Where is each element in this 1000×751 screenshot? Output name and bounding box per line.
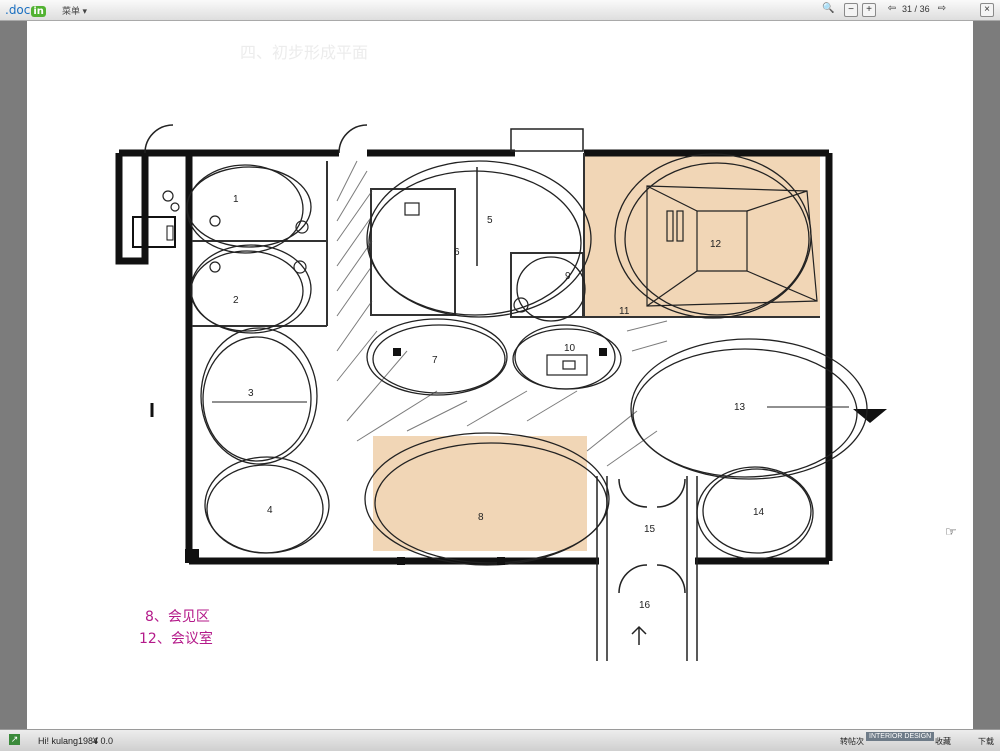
username[interactable]: Hi! kulang1984 bbox=[38, 736, 98, 746]
next-page-icon[interactable]: ⇨ bbox=[936, 3, 948, 15]
room-label-8: 8 bbox=[478, 512, 484, 523]
repost-label[interactable]: 转帖次 bbox=[840, 736, 864, 747]
favorite-label[interactable]: 收藏 bbox=[935, 736, 951, 747]
close-button[interactable]: × bbox=[980, 3, 994, 17]
download-label[interactable]: 下载 bbox=[978, 736, 994, 747]
room-label-15: 15 bbox=[644, 524, 656, 535]
room-label-11: 11 bbox=[619, 306, 630, 317]
current-page[interactable]: 31 bbox=[902, 4, 912, 14]
zoom-in-button[interactable]: + bbox=[862, 3, 876, 17]
page-indicator: 31 / 36 bbox=[902, 4, 930, 14]
room-label-14: 14 bbox=[753, 507, 765, 518]
prev-page-icon[interactable]: ⇦ bbox=[886, 3, 898, 15]
search-icon[interactable]: 🔍 bbox=[822, 3, 834, 15]
room-label-5: 5 bbox=[487, 215, 493, 226]
room-label-4: 4 bbox=[267, 505, 273, 516]
room-label-10: 10 bbox=[564, 343, 576, 354]
room-label-1: 1 bbox=[233, 194, 239, 205]
document-page: 四、初步形成平面 8、会见区 12、会议室 1 2 3 4 5 6 7 8 9 … bbox=[27, 21, 973, 729]
total-pages: 36 bbox=[919, 4, 930, 14]
room-label-7: 7 bbox=[432, 355, 438, 366]
menu-dropdown[interactable]: 菜单 ▾ bbox=[62, 4, 87, 17]
room-label-3: 3 bbox=[248, 388, 254, 399]
room-label-2: 2 bbox=[233, 295, 239, 306]
zoom-out-button[interactable]: − bbox=[844, 3, 858, 17]
room-label-13: 13 bbox=[734, 402, 746, 413]
watermark: INTERIOR DESIGN bbox=[866, 732, 935, 741]
docin-logo[interactable]: .doc in bbox=[5, 3, 46, 17]
floor-plan-sketch bbox=[115, 124, 887, 661]
room-label-12: 12 bbox=[710, 239, 722, 250]
room-label-16: 16 bbox=[639, 600, 651, 611]
room-label-9: 9 bbox=[565, 271, 571, 282]
status-bar: ↗ Hi! kulang1984 ¥ 0.0 INTERIOR DESIGN 转… bbox=[0, 729, 1000, 751]
top-toolbar: .doc in 菜单 ▾ 🔍 − + ⇦ 31 / 36 ⇨ × bbox=[0, 0, 1000, 21]
room-label-6: 6 bbox=[454, 247, 460, 258]
expand-icon[interactable]: ↗ bbox=[9, 734, 20, 745]
hand-cursor-icon: ☞ bbox=[945, 524, 957, 539]
coin-balance: ¥ 0.0 bbox=[93, 736, 114, 746]
